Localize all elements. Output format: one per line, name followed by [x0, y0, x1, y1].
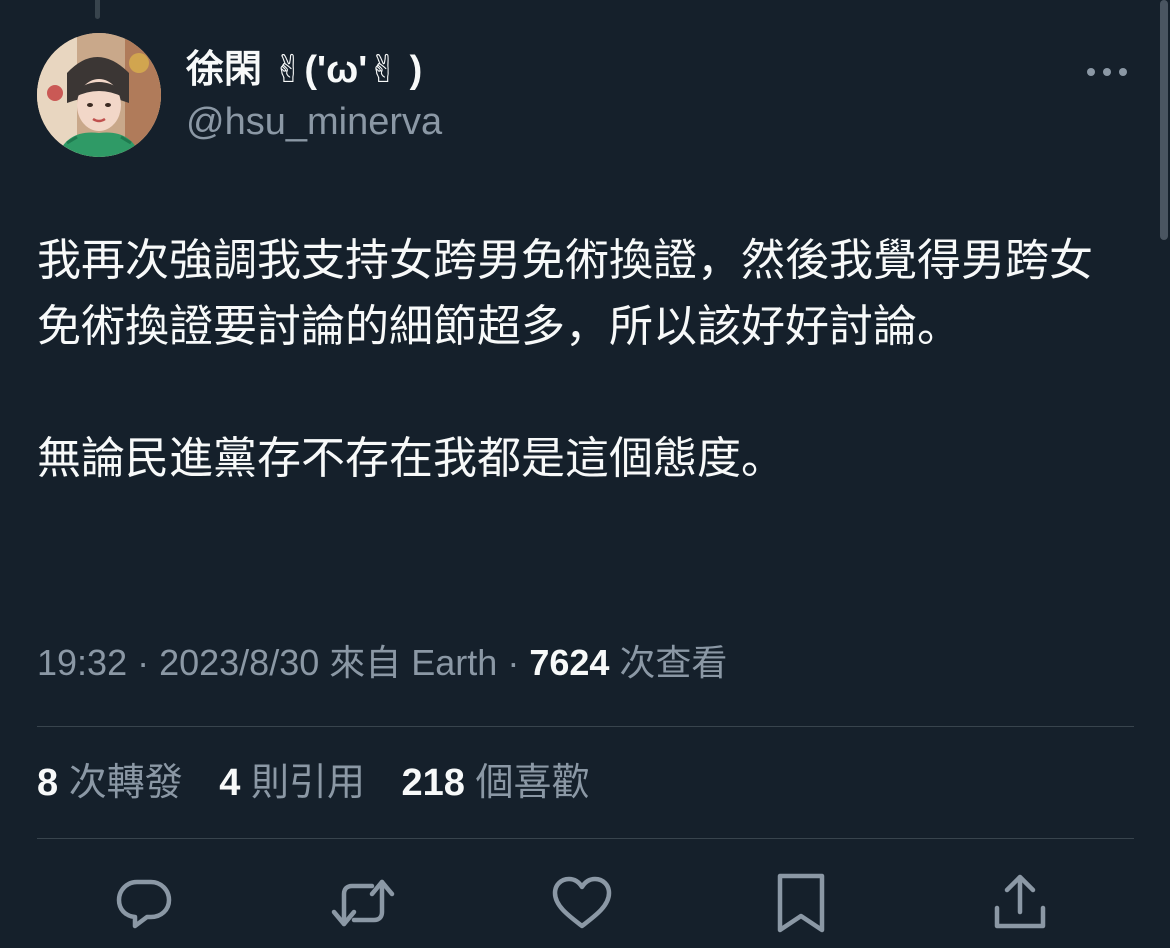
more-dots-icon: [1087, 68, 1127, 76]
avatar[interactable]: [37, 33, 161, 157]
tweet-paragraph: 我再次強調我支持女跨男免術換證，然後我覺得男跨女免術換證要討論的細節超多，所以該…: [37, 236, 1093, 351]
tweet-date[interactable]: 2023/8/30: [159, 642, 319, 683]
meta-separator: ·: [127, 642, 160, 683]
scrollbar-thumb[interactable]: [1160, 0, 1168, 240]
retweets-label: 次轉發: [58, 762, 183, 804]
tweet-detail-screen: 徐閑 ✌('ω'✌ ) @hsu_minerva 我再次強調我支持女跨男免術換證…: [0, 0, 1170, 948]
author-display-name[interactable]: 徐閑 ✌('ω'✌ ): [186, 46, 422, 94]
share-button[interactable]: [985, 868, 1055, 938]
tweet-paragraph: 無論民進黨存不存在我都是這個態度。: [37, 434, 785, 483]
thread-connector-line: [95, 0, 100, 19]
tweet-body: 我再次強調我支持女跨男免術換證，然後我覺得男跨女免術換證要討論的細節超多，所以該…: [37, 228, 1117, 492]
more-options-button[interactable]: [1082, 52, 1132, 92]
like-icon: [552, 876, 612, 929]
quotes-label: 則引用: [240, 762, 365, 804]
retweet-icon: [331, 879, 395, 927]
like-button[interactable]: [547, 868, 617, 938]
tweet-time[interactable]: 19:32: [37, 642, 127, 683]
likes-label: 個喜歡: [464, 762, 590, 804]
likes-stat[interactable]: 218 個喜歡: [402, 762, 590, 804]
divider: [37, 838, 1134, 839]
tweet-meta: 19:32 · 2023/8/30 來自 Earth · 7624 次查看: [37, 638, 727, 688]
reply-icon: [116, 879, 172, 929]
tweet-source: 來自 Earth: [329, 642, 498, 683]
bookmark-button[interactable]: [766, 868, 836, 938]
author-handle[interactable]: @hsu_minerva: [186, 98, 442, 146]
avatar-photo: [37, 33, 161, 157]
likes-count: 218: [401, 762, 465, 804]
retweet-button[interactable]: [328, 868, 398, 938]
retweets-stat[interactable]: 8 次轉發: [37, 762, 183, 804]
action-bar: [0, 868, 1170, 938]
quotes-stat[interactable]: 4 則引用: [219, 762, 365, 804]
engagement-stats: 8 次轉發 4 則引用 218 個喜歡: [37, 758, 616, 808]
share-icon: [994, 874, 1046, 929]
bookmark-icon: [777, 873, 825, 933]
reply-button[interactable]: [109, 868, 179, 938]
meta-separator: ·: [497, 642, 530, 683]
quotes-count: 4: [219, 762, 241, 804]
views-label: 次查看: [609, 642, 728, 683]
divider: [37, 726, 1134, 727]
views-count[interactable]: 7624: [529, 642, 609, 683]
retweets-count: 8: [37, 762, 59, 804]
